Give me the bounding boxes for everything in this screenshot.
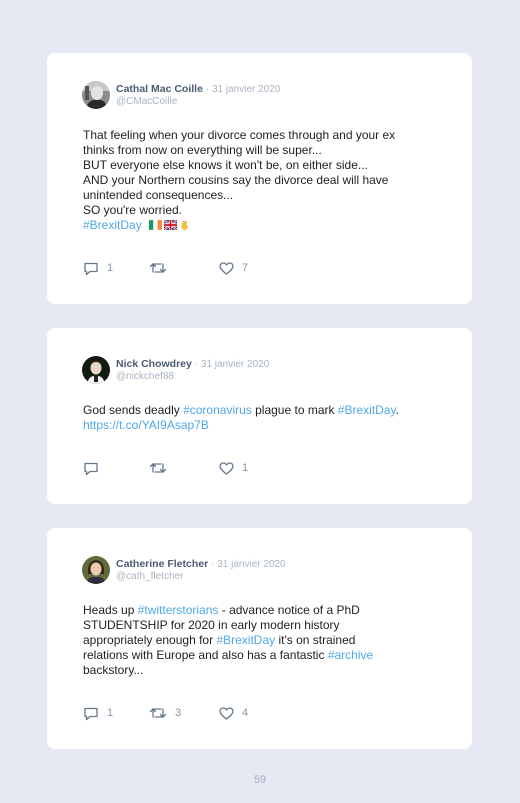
tweet-actions: 1 3 4: [83, 705, 283, 721]
hashtag-link[interactable]: #BrexitDay: [83, 218, 142, 232]
page-number: 59: [253, 774, 267, 786]
author-name[interactable]: Nick Chowdrey: [116, 358, 192, 370]
tweet-card: Cathal Mac Coille · 31 janvier 2020 @CMa…: [47, 53, 472, 304]
text-segment: appropriately enough for: [83, 633, 217, 647]
like-count: 1: [242, 462, 249, 474]
retweet-count: 3: [175, 707, 182, 719]
reply-button[interactable]: 1: [83, 705, 113, 721]
tweet-text: God sends deadly #coronavirus plague to …: [83, 403, 443, 433]
tweet-text: That feeling when your divorce comes thr…: [83, 128, 443, 233]
text-segment: plague to mark: [251, 403, 338, 417]
tweet-date[interactable]: · 31 janvier 2020: [211, 559, 286, 570]
retweet-icon: [149, 708, 167, 718]
avatar[interactable]: [82, 81, 110, 109]
tweet-date[interactable]: · 31 janvier 2020: [206, 84, 281, 95]
reply-icon: [84, 707, 98, 720]
text-line: SO you're worried.: [83, 203, 182, 217]
tweet-actions: 1: [83, 460, 283, 476]
tweet-date[interactable]: · 31 janvier 2020: [195, 359, 270, 370]
text-segment: relations with Europe and also has a fan…: [83, 648, 328, 662]
tweet-header: Nick Chowdrey · 31 janvier 2020 @nickche…: [116, 358, 269, 383]
like-button[interactable]: 1: [219, 460, 248, 476]
reply-button[interactable]: [83, 460, 107, 476]
reply-icon: [84, 262, 98, 275]
hashtag-link[interactable]: #BrexitDay: [338, 403, 396, 417]
text-line: BUT everyone else knows it won't be, on …: [83, 158, 368, 172]
avatar[interactable]: [82, 356, 110, 384]
author-handle[interactable]: @nickchef88: [116, 371, 269, 383]
like-count: 4: [242, 707, 249, 719]
author-handle[interactable]: @cath_fletcher: [116, 571, 286, 583]
hashtag-link[interactable]: #BrexitDay: [216, 633, 275, 647]
text-line: STUDENTSHIP for 2020 in early modern his…: [83, 618, 340, 632]
like-button[interactable]: 7: [219, 260, 248, 276]
tweet-header: Cathal Mac Coille · 31 janvier 2020 @CMa…: [116, 83, 280, 108]
retweet-button[interactable]: [149, 460, 175, 476]
reply-button[interactable]: 1: [83, 260, 113, 276]
crossed-fingers-icon: [181, 220, 188, 230]
tweet-card: Catherine Fletcher · 31 janvier 2020 @ca…: [47, 528, 472, 749]
author-name[interactable]: Cathal Mac Coille: [116, 83, 203, 95]
hashtag-link[interactable]: #twitterstorians: [138, 603, 219, 617]
tweet-actions: 1 7: [83, 260, 283, 276]
like-button[interactable]: 4: [219, 705, 248, 721]
retweet-icon: [149, 463, 167, 473]
text-line: backstory...: [83, 663, 144, 677]
url-link[interactable]: https://t.co/YAI9Asap7B: [83, 418, 209, 432]
uk-flag-icon: [164, 220, 178, 230]
retweet-button[interactable]: [149, 260, 175, 276]
heart-icon: [219, 261, 234, 275]
heart-icon: [219, 461, 234, 475]
reply-count: 1: [107, 262, 114, 274]
avatar[interactable]: [82, 556, 110, 584]
retweet-button[interactable]: 3: [149, 705, 181, 721]
retweet-icon: [149, 263, 167, 273]
reply-icon: [84, 462, 98, 475]
like-count: 7: [242, 262, 249, 274]
reply-count: 1: [107, 707, 114, 719]
tweet-header: Catherine Fletcher · 31 janvier 2020 @ca…: [116, 558, 286, 583]
hashtag-link[interactable]: #archive: [328, 648, 373, 662]
text-line: thinks from now on everything will be su…: [83, 143, 322, 157]
text-line: AND your Northern cousins say the divorc…: [83, 173, 389, 187]
text-segment: Heads up: [83, 603, 138, 617]
tweet-text: Heads up #twitterstorians - advance noti…: [83, 603, 443, 678]
text-segment: it's on strained: [275, 633, 356, 647]
text-segment: .: [395, 403, 399, 417]
irish-flag-icon: [149, 220, 163, 230]
text-segment: God sends deadly: [83, 403, 184, 417]
heart-icon: [219, 706, 234, 720]
text-segment: - advance notice of a PhD: [218, 603, 360, 617]
hashtag-link[interactable]: #coronavirus: [183, 403, 252, 417]
text-line: unintended consequences...: [83, 188, 234, 202]
author-name[interactable]: Catherine Fletcher: [116, 558, 208, 570]
author-handle[interactable]: @CMacCoille: [116, 96, 280, 108]
tweet-card: Nick Chowdrey · 31 janvier 2020 @nickche…: [47, 328, 472, 504]
text-line: That feeling when your divorce comes thr…: [83, 128, 396, 142]
